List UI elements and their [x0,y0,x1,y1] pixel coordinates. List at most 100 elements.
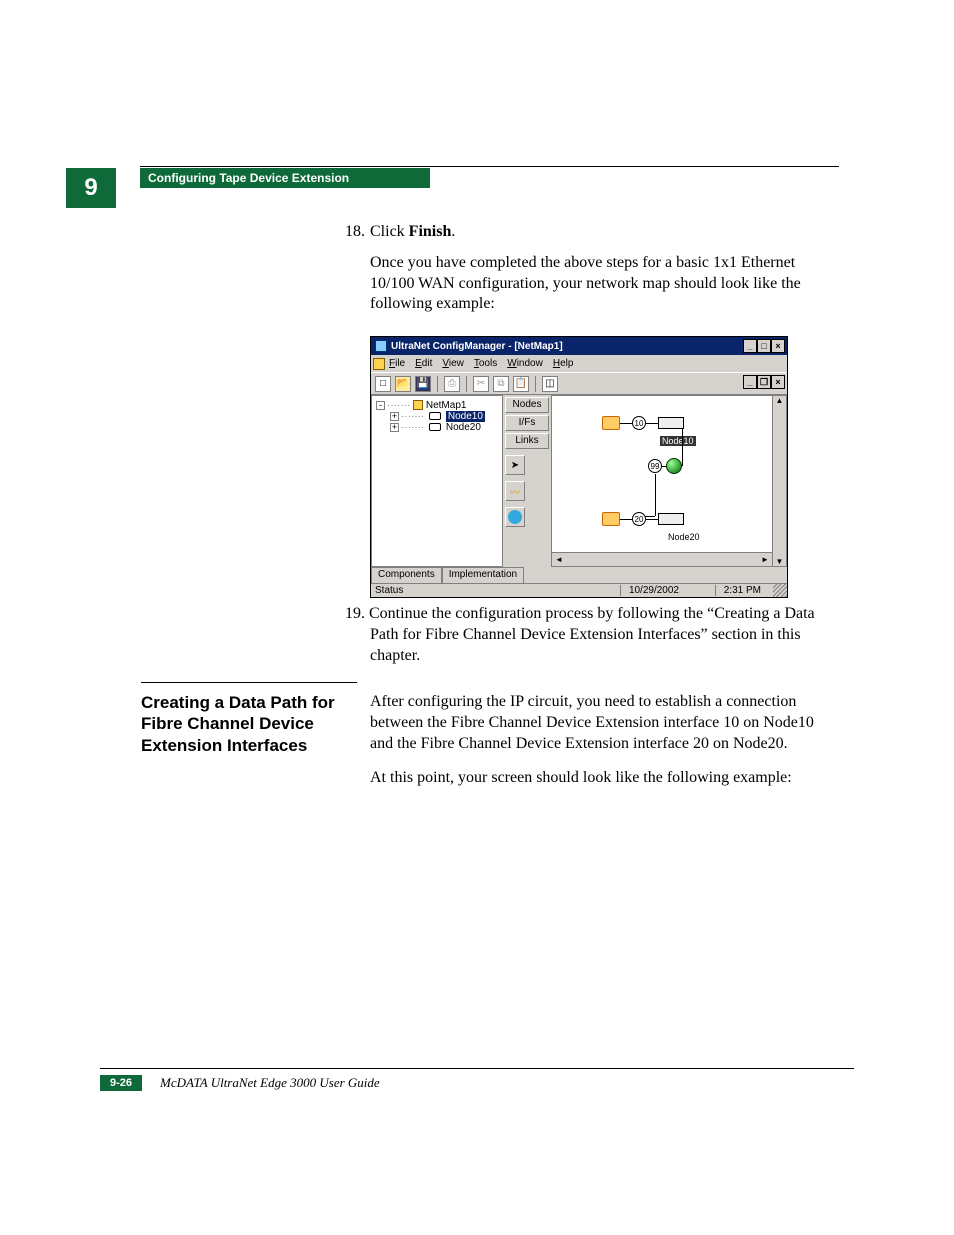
palette-ifs-button[interactable]: I/Fs [505,415,549,431]
window-title: UltraNet ConfigManager - [NetMap1] [391,341,563,352]
menu-bar: File Edit View Tools Window Help _ ❐ × [371,355,787,373]
expand-icon[interactable]: + [390,412,399,421]
status-label: Status [371,585,403,596]
print-icon[interactable]: ⎙ [444,376,460,392]
step-number: 19. [345,605,365,622]
device-icon [602,416,620,430]
menu-window[interactable]: Window [507,358,543,369]
globe-icon [666,458,682,474]
tree-node[interactable]: +······· Node10 [376,411,498,422]
palette-nodes-button[interactable]: Nodes [505,397,549,413]
menu-view[interactable]: View [442,358,464,369]
tree-root[interactable]: -······· NetMap1 [376,400,498,411]
page-footer: 9-26 McDATA UltraNet Edge 3000 User Guid… [100,1068,854,1091]
maximize-button[interactable]: □ [757,339,771,353]
link-line [655,474,656,516]
interface-icon [658,417,684,429]
tree-node-label: Node10 [446,411,485,422]
close-button[interactable]: × [771,339,785,353]
link-line [620,519,632,520]
step-18-suffix: . [451,223,455,240]
device-icon [602,512,620,526]
canvas-node-top[interactable]: 10 [602,416,684,430]
canvas-wan-link[interactable]: 99 [648,458,682,474]
scroll-right-icon[interactable]: ► [758,555,772,564]
toolbar: □ 📂 💾 ⎙ ✂ ⧉ 📋 ◫ [371,373,787,395]
canvas-node-bottom[interactable]: 20 [602,512,684,526]
menu-file[interactable]: File [389,358,405,369]
expand-icon[interactable]: + [390,423,399,432]
tree-node-label: Node20 [446,422,481,433]
section-paragraph-1: After configuring the IP circuit, you ne… [370,692,835,754]
book-title: McDATA UltraNet Edge 3000 User Guide [160,1075,380,1091]
app-icon [375,340,387,352]
palette-links-button[interactable]: Links [505,433,549,449]
link-line [682,428,683,466]
netmap-icon [413,400,423,410]
port-number: 10 [635,419,644,428]
chapter-header-banner: Configuring Tape Device Extension [140,168,430,188]
copy-icon[interactable]: ⧉ [493,376,509,392]
step-18-paragraph: Once you have completed the above steps … [370,253,835,315]
port-icon: 99 [648,459,662,473]
scroll-left-icon[interactable]: ◄ [552,555,566,564]
mdi-restore-button[interactable]: ❐ [757,375,771,389]
minimize-button[interactable]: _ [743,339,757,353]
tab-components[interactable]: Components [371,567,442,583]
network-map-canvas[interactable]: 10 Node10 99 20 Node20 [551,395,787,567]
status-time: 2:31 PM [715,585,769,596]
banner-title: Configuring Tape Device Extension [148,171,349,185]
page-number: 9-26 [100,1075,142,1091]
section-heading: Creating a Data Path for Fibre Channel D… [141,692,357,756]
port-icon: 20 [632,512,646,526]
tree-root-label: NetMap1 [426,400,467,411]
step-18-prefix: Click [370,223,409,240]
port-number: 99 [651,462,660,471]
mdi-minimize-button[interactable]: _ [743,375,757,389]
horizontal-scrollbar[interactable]: ◄ ► [552,552,772,566]
port-icon: 10 [632,416,646,430]
mdi-close-button[interactable]: × [771,375,785,389]
section-paragraph-2: At this point, your screen should look l… [370,768,835,789]
collapse-icon[interactable]: - [376,401,385,410]
port-number: 20 [635,515,644,524]
chapter-number-tab: 9 [66,168,116,208]
step-19-text: Continue the configuration process by fo… [369,605,815,664]
status-bar: Status 10/29/2002 2:31 PM [371,583,787,597]
section-body: After configuring the IP circuit, you ne… [370,692,835,803]
canvas-node-label: Node10 [660,436,696,446]
work-area: -······· NetMap1 +······· Node10 +······… [371,395,787,567]
step-18: 18.Click Finish. Once you have completed… [345,222,835,315]
link-line [620,423,632,424]
chapter-number: 9 [84,174,97,202]
bottom-tabs: Components Implementation [371,567,524,583]
toolbar-separator [535,376,536,392]
link-line [646,423,658,424]
window-icon[interactable]: ◫ [542,376,558,392]
page-top-rule [140,166,839,167]
node-icon [429,412,441,420]
paste-icon[interactable]: 📋 [513,376,529,392]
pointer-tool-icon[interactable]: ➤ [505,455,525,475]
new-icon[interactable]: □ [375,376,391,392]
section-divider [141,682,357,683]
tree-pane[interactable]: -······· NetMap1 +······· Node10 +······… [371,395,503,567]
tree-node[interactable]: +······· Node20 [376,422,498,433]
menu-help[interactable]: Help [553,358,574,369]
example-screenshot: UltraNet ConfigManager - [NetMap1] _ □ ×… [370,336,788,598]
canvas-node-label: Node20 [666,532,702,542]
resize-grip-icon[interactable] [773,583,787,597]
vertical-scrollbar[interactable] [772,396,786,566]
status-date: 10/29/2002 [620,585,687,596]
step-19: 19. Continue the configuration process b… [345,604,835,666]
save-icon[interactable]: 💾 [415,376,431,392]
menu-tools[interactable]: Tools [474,358,497,369]
tab-implementation[interactable]: Implementation [442,567,524,583]
cut-icon[interactable]: ✂ [473,376,489,392]
open-icon[interactable]: 📂 [395,376,411,392]
step-number: 18. [345,222,370,243]
globe-tool-icon[interactable] [505,507,525,527]
menu-edit[interactable]: Edit [415,358,432,369]
mdi-window-controls: _ ❐ × [743,375,785,389]
link-tool-icon[interactable]: 〰 [505,481,525,501]
